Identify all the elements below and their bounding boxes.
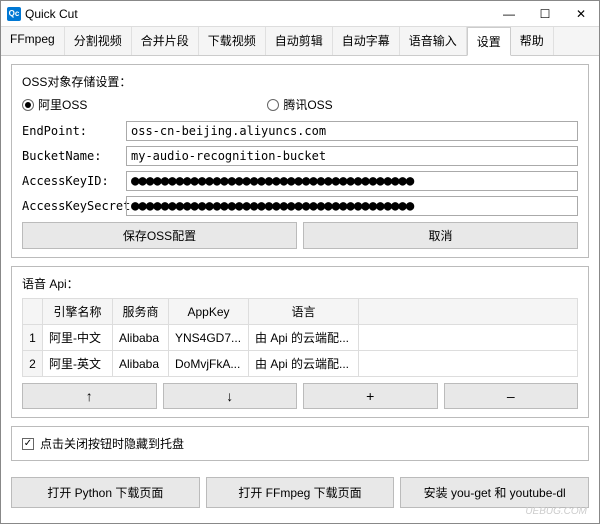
- delete-button[interactable]: –: [444, 383, 579, 409]
- app-title: Quick Cut: [25, 7, 491, 21]
- tab-autocut[interactable]: 自动剪辑: [266, 27, 333, 55]
- window-controls: — ☐ ✕: [491, 1, 599, 27]
- api-group: 语音 Api： 引擎名称 服务商 AppKey 语言 1 阿里-中文 Aliba…: [11, 266, 589, 418]
- cell-provider[interactable]: Alibaba: [113, 325, 169, 351]
- cell-appkey[interactable]: DoMvjFkA...: [169, 351, 249, 377]
- tab-subtitle[interactable]: 自动字幕: [333, 27, 400, 55]
- add-button[interactable]: +: [303, 383, 438, 409]
- accesskeyid-label: AccessKeyID:: [22, 174, 126, 188]
- radio-ali-label: 阿里OSS: [38, 96, 87, 113]
- cell-lang[interactable]: 由 Api 的云端配...: [249, 325, 359, 351]
- settings-content: OSS对象存储设置： 阿里OSS 腾讯OSS EndPoint: BucketN…: [1, 56, 599, 477]
- tray-label: 点击关闭按钮时隐藏到托盘: [40, 435, 184, 452]
- bucket-input[interactable]: [126, 146, 578, 166]
- minimize-button[interactable]: —: [491, 1, 527, 27]
- tray-group: ✓ 点击关闭按钮时隐藏到托盘: [11, 426, 589, 461]
- bottom-buttons: 打开 Python 下载页面 打开 FFmpeg 下载页面 安装 you-get…: [11, 477, 589, 508]
- table-row[interactable]: 1 阿里-中文 Alibaba YNS4GD7... 由 Api 的云端配...: [23, 325, 578, 351]
- col-name: 引擎名称: [43, 299, 113, 325]
- install-tools-button[interactable]: 安装 you-get 和 youtube-dl: [400, 477, 589, 508]
- table-header-row: 引擎名称 服务商 AppKey 语言: [23, 299, 578, 325]
- api-title: 语音 Api：: [22, 275, 578, 292]
- accesskeyid-input[interactable]: ●●●●●●●●●●●●●●●●●●●●●●●●●●●●●●●●●●●●●●: [126, 171, 578, 191]
- bucket-label: BucketName:: [22, 149, 126, 163]
- cell-lang[interactable]: 由 Api 的云端配...: [249, 351, 359, 377]
- cell-extra: [359, 351, 578, 377]
- maximize-button[interactable]: ☐: [527, 1, 563, 27]
- tab-help[interactable]: 帮助: [511, 27, 554, 55]
- cell-appkey[interactable]: YNS4GD7...: [169, 325, 249, 351]
- app-icon: Qc: [7, 7, 21, 21]
- row-num: 1: [23, 325, 43, 351]
- col-appkey: AppKey: [169, 299, 249, 325]
- tab-settings[interactable]: 设置: [467, 27, 511, 56]
- move-up-button[interactable]: ↑: [22, 383, 157, 409]
- tray-checkbox[interactable]: ✓: [22, 438, 34, 450]
- radio-tencent-label: 腾讯OSS: [283, 96, 332, 113]
- open-python-button[interactable]: 打开 Python 下载页面: [11, 477, 200, 508]
- radio-ali[interactable]: 阿里OSS: [22, 96, 87, 113]
- tab-ffmpeg[interactable]: FFmpeg: [1, 27, 65, 55]
- tray-checkbox-row[interactable]: ✓ 点击关闭按钮时隐藏到托盘: [22, 435, 578, 452]
- tab-voice[interactable]: 语音输入: [400, 27, 467, 55]
- table-row[interactable]: 2 阿里-英文 Alibaba DoMvjFkA... 由 Api 的云端配..…: [23, 351, 578, 377]
- app-window: Qc Quick Cut — ☐ ✕ FFmpeg 分割视频 合并片段 下载视频…: [0, 0, 600, 524]
- save-oss-button[interactable]: 保存OSS配置: [22, 222, 297, 249]
- titlebar: Qc Quick Cut — ☐ ✕: [1, 1, 599, 27]
- open-ffmpeg-button[interactable]: 打开 FFmpeg 下载页面: [206, 477, 395, 508]
- oss-group: OSS对象存储设置： 阿里OSS 腾讯OSS EndPoint: BucketN…: [11, 64, 589, 258]
- radio-tencent-icon: [267, 99, 279, 111]
- col-num: [23, 299, 43, 325]
- watermark: UEBUG.COM: [525, 506, 587, 517]
- move-down-button[interactable]: ↓: [163, 383, 298, 409]
- cell-name[interactable]: 阿里-中文: [43, 325, 113, 351]
- oss-provider-row: 阿里OSS 腾讯OSS: [22, 96, 578, 113]
- cell-provider[interactable]: Alibaba: [113, 351, 169, 377]
- api-table: 引擎名称 服务商 AppKey 语言 1 阿里-中文 Alibaba YNS4G…: [22, 298, 578, 377]
- cell-extra: [359, 325, 578, 351]
- endpoint-label: EndPoint:: [22, 124, 126, 138]
- endpoint-input[interactable]: [126, 121, 578, 141]
- oss-title: OSS对象存储设置：: [22, 73, 578, 90]
- tab-download[interactable]: 下载视频: [199, 27, 266, 55]
- accesskeysecret-label: AccessKeySecret:: [22, 199, 126, 213]
- tab-split[interactable]: 分割视频: [65, 27, 132, 55]
- radio-ali-icon: [22, 99, 34, 111]
- tab-merge[interactable]: 合并片段: [132, 27, 199, 55]
- tab-bar: FFmpeg 分割视频 合并片段 下载视频 自动剪辑 自动字幕 语音输入 设置 …: [1, 27, 599, 56]
- col-provider: 服务商: [113, 299, 169, 325]
- radio-tencent[interactable]: 腾讯OSS: [267, 96, 332, 113]
- accesskeysecret-input[interactable]: ●●●●●●●●●●●●●●●●●●●●●●●●●●●●●●●●●●●●●●: [126, 196, 578, 216]
- cancel-oss-button[interactable]: 取消: [303, 222, 578, 249]
- col-extra: [359, 299, 578, 325]
- close-button[interactable]: ✕: [563, 1, 599, 27]
- cell-name[interactable]: 阿里-英文: [43, 351, 113, 377]
- col-lang: 语言: [249, 299, 359, 325]
- row-num: 2: [23, 351, 43, 377]
